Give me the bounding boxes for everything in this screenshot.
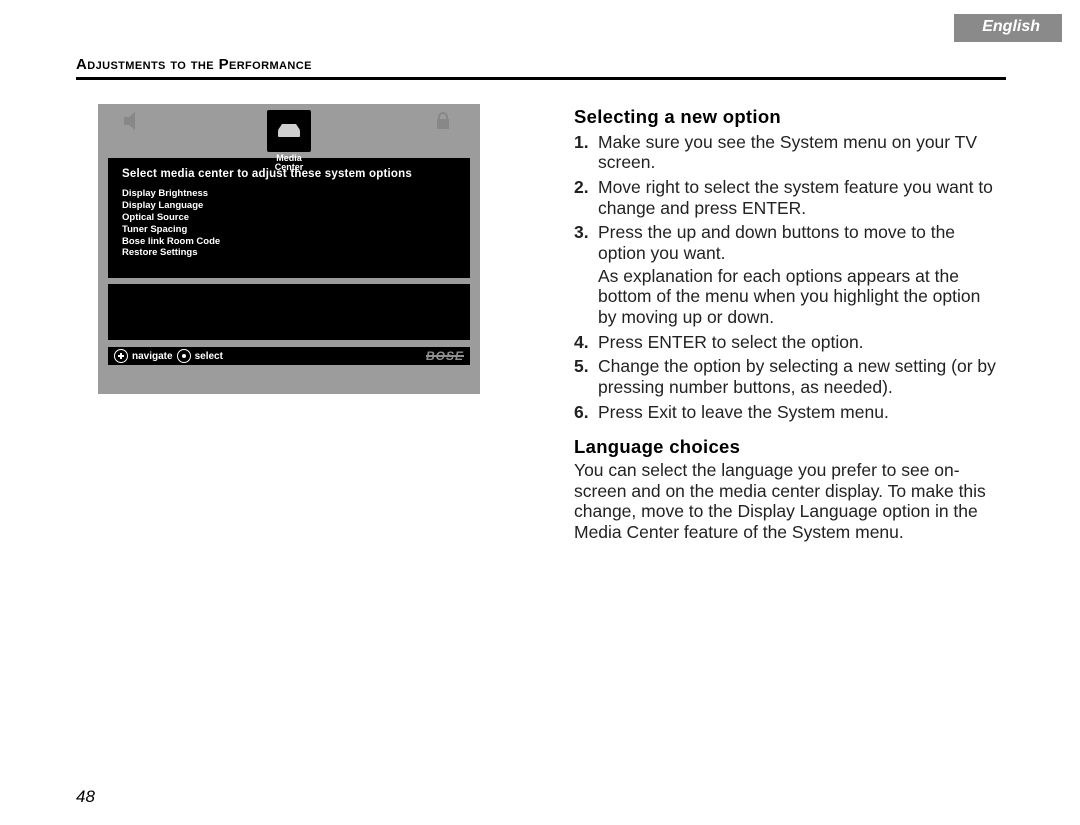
tv-top-icons: MediaCenter [98, 104, 480, 158]
step-4: 4. Press ENTER to select the option. [574, 332, 998, 353]
navigate-label: navigate [132, 351, 173, 362]
select-dot-icon [177, 349, 191, 363]
option-item: Display Brightness [122, 188, 460, 200]
options-panel: Select media center to adjust these syst… [108, 158, 470, 278]
step-3: 3. Press the up and down buttons to move… [574, 222, 998, 263]
page-number: 48 [76, 787, 95, 807]
option-item: Display Language [122, 200, 460, 212]
language-choices-block: Language choices You can select the lang… [574, 436, 998, 542]
option-item: Bose link Room Code [122, 236, 460, 248]
dpad-icon [114, 349, 128, 363]
language-paragraph: You can select the language you prefer t… [574, 460, 998, 543]
section-header: Adjustments to the Performance [76, 56, 312, 73]
select-label: select [195, 351, 223, 362]
steps-list: 1. Make sure you see the System menu on … [574, 132, 998, 422]
step-3-sub: As explanation for each options appears … [598, 266, 998, 328]
panel-option-list: Display Brightness Display Language Opti… [122, 188, 460, 259]
heading-selecting: Selecting a new option [574, 106, 998, 128]
step-number: 6. [574, 402, 598, 423]
footer-hints: navigate select [114, 349, 223, 363]
language-tab: English [954, 14, 1062, 42]
heading-language: Language choices [574, 436, 998, 458]
step-6: 6. Press Exit to leave the System menu. [574, 402, 998, 423]
step-text: Change the option by selecting a new set… [598, 356, 998, 397]
step-text: Make sure you see the System menu on you… [598, 132, 998, 173]
media-center-icon [267, 110, 311, 152]
step-number: 2. [574, 177, 598, 218]
horizontal-rule [76, 77, 1006, 80]
tv-footer: navigate select BOSE [108, 347, 470, 365]
step-number: 4. [574, 332, 598, 353]
step-1: 1. Make sure you see the System menu on … [574, 132, 998, 173]
step-2: 2. Move right to select the system featu… [574, 177, 998, 218]
tv-screen: MediaCenter Select media center to adjus… [98, 104, 480, 394]
step-5: 5. Change the option by selecting a new … [574, 356, 998, 397]
bose-logo: BOSE [426, 349, 464, 363]
description-band [108, 284, 470, 340]
step-number: 3. [574, 222, 598, 263]
option-item: Tuner Spacing [122, 224, 460, 236]
step-text: Move right to select the system feature … [598, 177, 998, 218]
section-header-text: Adjustments to the Performance [76, 56, 312, 73]
step-text: Press Exit to leave the System menu. [598, 402, 998, 423]
lock-icon [428, 110, 458, 132]
step-text: Press the up and down buttons to move to… [598, 222, 998, 263]
option-item: Restore Settings [122, 247, 460, 259]
speaker-icon [120, 110, 150, 132]
system-menu-figure: MediaCenter Select media center to adjus… [98, 104, 480, 394]
step-number: 1. [574, 132, 598, 173]
media-center-tile: MediaCenter [244, 110, 334, 173]
option-item: Optical Source [122, 212, 460, 224]
step-number: 5. [574, 356, 598, 397]
instructions-column: Selecting a new option 1. Make sure you … [574, 106, 998, 543]
panel-title: Select media center to adjust these syst… [122, 168, 460, 180]
step-text: Press ENTER to select the option. [598, 332, 998, 353]
